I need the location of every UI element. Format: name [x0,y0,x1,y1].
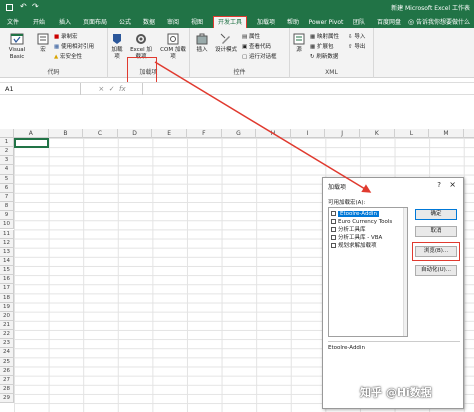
watermark: 知乎 @Hi数据 [360,386,432,399]
annotation-arrow [154,61,372,193]
